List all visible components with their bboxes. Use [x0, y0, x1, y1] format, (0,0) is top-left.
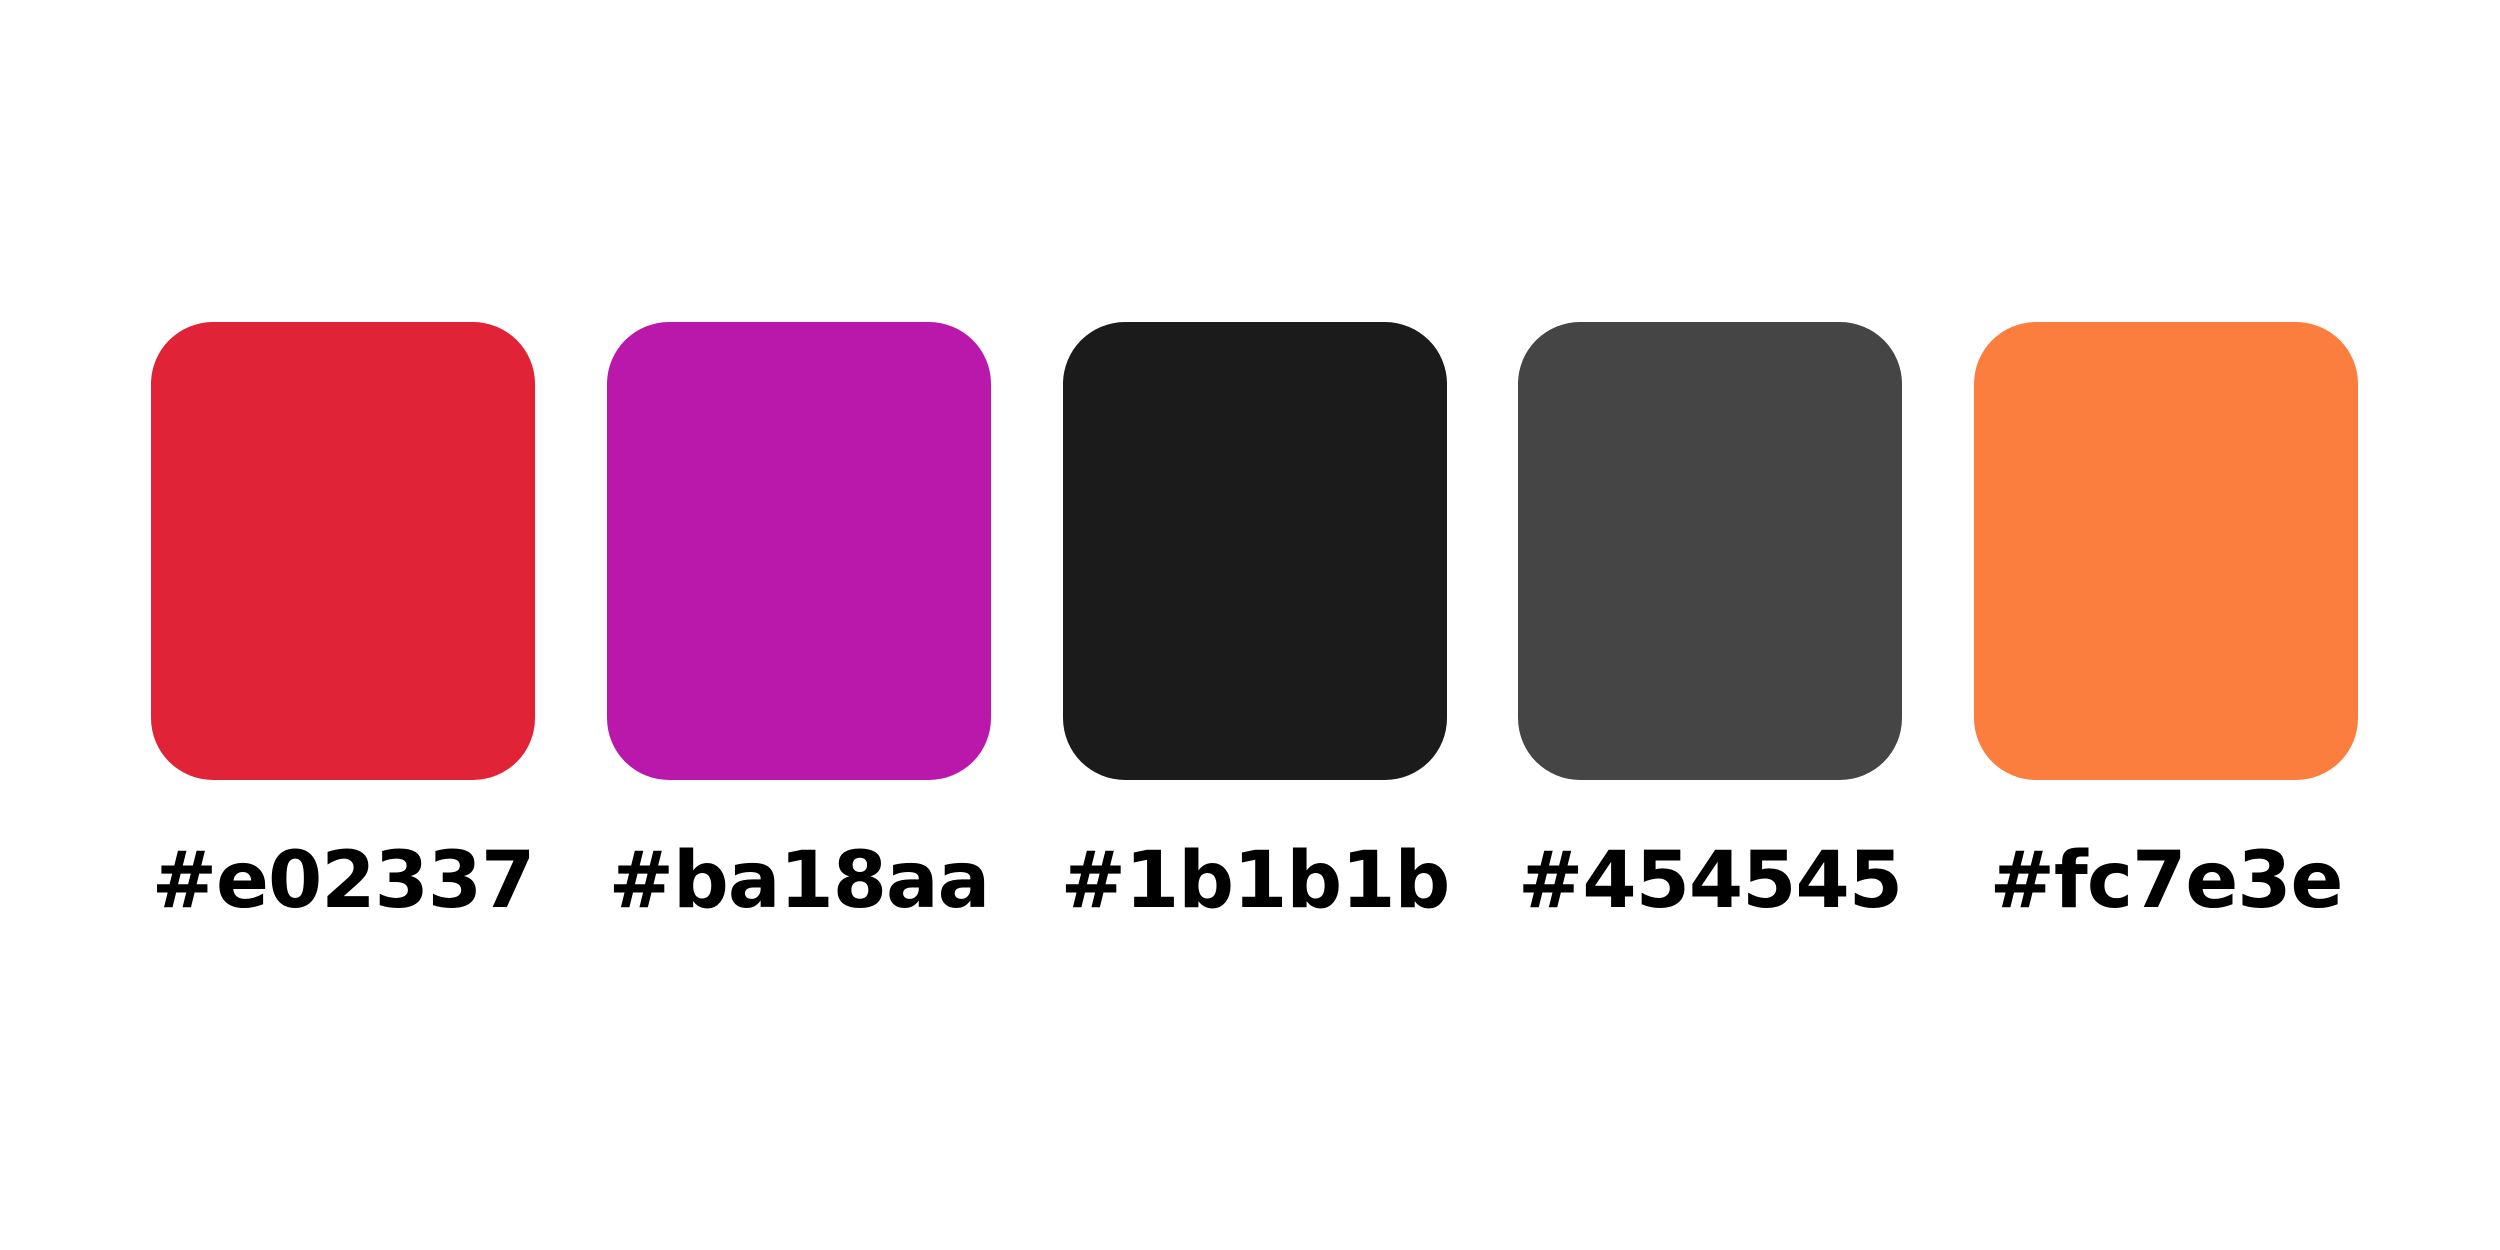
hex-code-label-5: #fc7e3e	[1989, 836, 2344, 926]
hex-code-label-3: #1b1b1b	[1060, 836, 1451, 926]
color-swatch-1	[151, 322, 535, 780]
hex-code-label-4: #454545	[1518, 836, 1903, 926]
color-swatch-3	[1063, 322, 1447, 780]
color-palette: #e02337 #ba18aa #1b1b1b #454545 #fc7e3e	[0, 0, 2500, 1250]
color-swatch-4	[1518, 322, 1902, 780]
hex-code-label-1: #e02337	[151, 836, 536, 926]
color-swatch-2	[607, 322, 991, 780]
color-swatch-5	[1974, 322, 2358, 780]
hex-code-label-2: #ba18aa	[608, 836, 991, 926]
